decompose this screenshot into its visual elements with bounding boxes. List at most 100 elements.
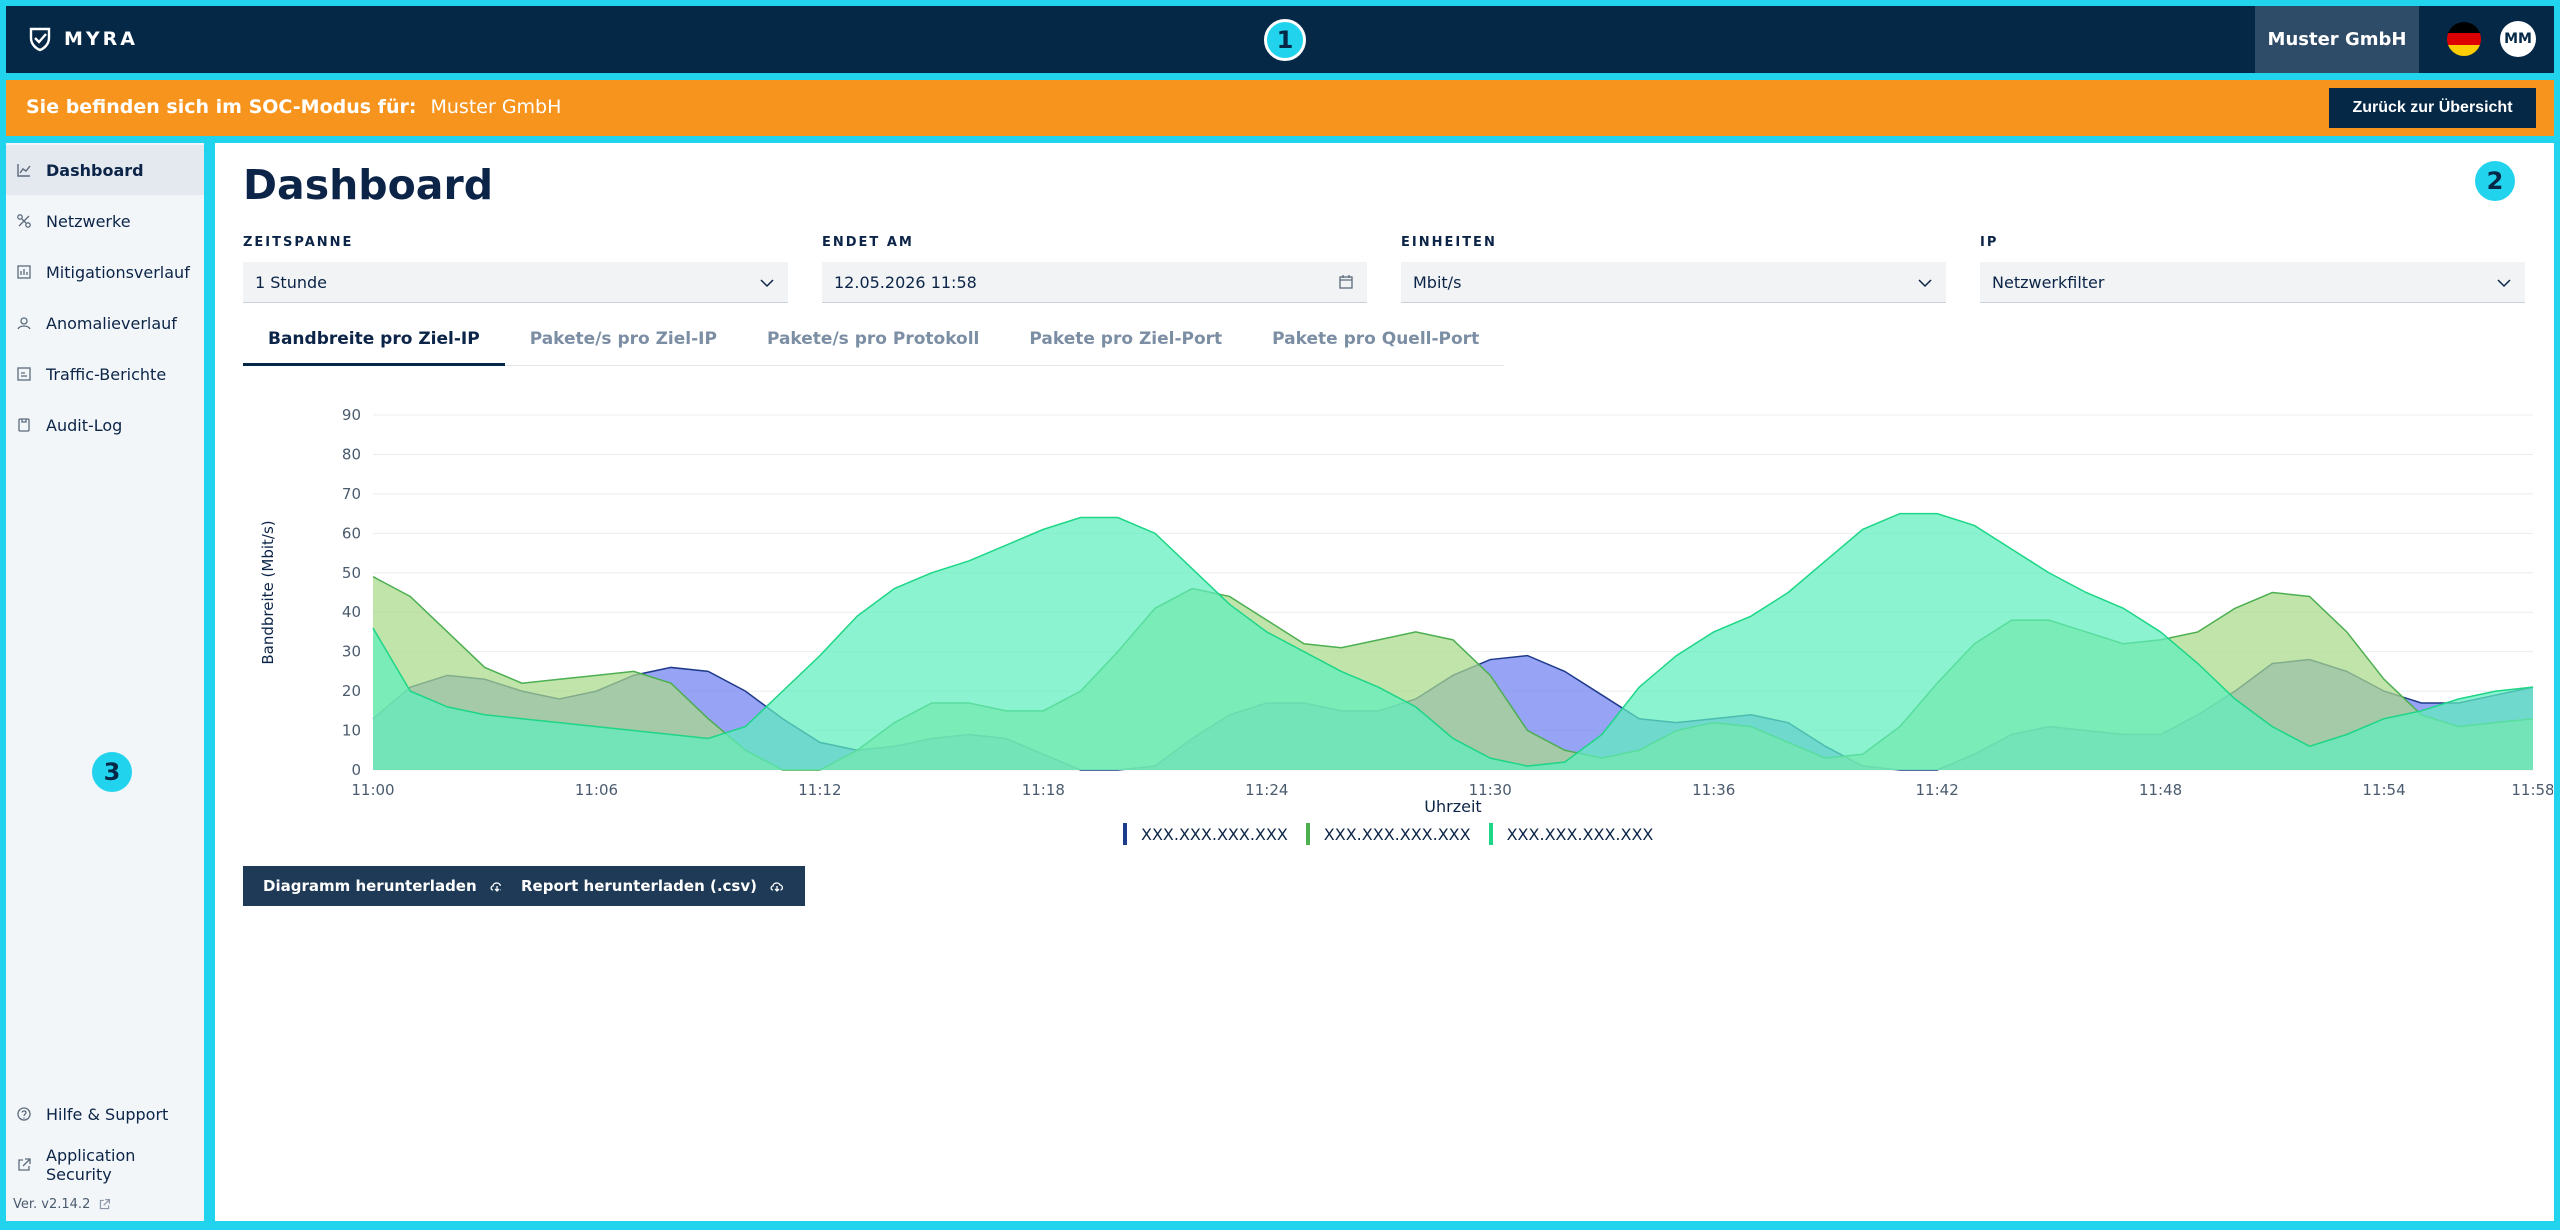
annotation-badge-1: 1: [1264, 19, 1306, 61]
x-tick-label: 11:24: [1245, 781, 1288, 799]
x-tick-label: 11:42: [1916, 781, 1959, 799]
back-to-overview-button[interactable]: Zurück zur Übersicht: [2329, 88, 2536, 128]
y-tick-label: 70: [342, 485, 361, 503]
y-tick-label: 50: [342, 564, 361, 582]
sidebar-item-label: Hilfe & Support: [46, 1104, 169, 1124]
x-tick-label: 11:06: [575, 781, 618, 799]
y-tick-label: 0: [351, 761, 361, 779]
filter-value: 1 Stunde: [255, 272, 327, 292]
soc-mode-banner: Sie befinden sich im SOC-Modus für: Must…: [6, 80, 2554, 136]
x-tick-label: 11:18: [1022, 781, 1065, 799]
legend-label: XXX.XXX.XXX.XXX: [1506, 824, 1654, 844]
y-tick-label: 20: [342, 682, 361, 700]
calendar-icon[interactable]: [1337, 273, 1355, 291]
sidebar-item-hilfe-support[interactable]: Hilfe & Support: [6, 1089, 204, 1139]
chart-line-icon: [16, 162, 32, 178]
soc-mode-prefix: Sie befinden sich im SOC-Modus für:: [26, 96, 417, 118]
filter-label: ZEITSPANNE: [243, 235, 354, 250]
german-flag-icon[interactable]: [2447, 22, 2481, 56]
tab-pakete-quell-port[interactable]: Pakete pro Quell-Port: [1247, 315, 1504, 363]
filter-endet-am: ENDET AM 12.05.2026 11:58: [822, 235, 1367, 303]
units-select[interactable]: Mbit/s: [1401, 262, 1946, 303]
sidebar-item-dashboard[interactable]: Dashboard: [6, 145, 204, 195]
sidebar-item-label: Anomalieverlauf: [46, 313, 177, 333]
x-tick-label: 11:00: [351, 781, 394, 799]
end-date-input[interactable]: 12.05.2026 11:58: [822, 262, 1367, 303]
network-filter-select[interactable]: Netzwerkfilter: [1980, 262, 2525, 303]
y-tick-label: 60: [342, 524, 361, 542]
tab-pakete-protokoll[interactable]: Pakete/s pro Protokoll: [742, 315, 1004, 363]
company-switcher[interactable]: Muster GmbH: [2255, 6, 2419, 73]
chart-legend: XXX.XXX.XXX.XXX XXX.XXX.XXX.XXX XXX.XXX.…: [1123, 823, 1653, 845]
download-chart-label: Diagramm herunterladen: [263, 877, 477, 895]
timespan-select[interactable]: 1 Stunde: [243, 262, 788, 303]
tab-pakete-ziel-port[interactable]: Pakete pro Ziel-Port: [1004, 315, 1247, 363]
mitigation-icon: [16, 264, 32, 280]
y-tick-label: 80: [342, 445, 361, 463]
download-report-label: Report herunterladen (.csv): [521, 877, 757, 895]
tab-bandbreite-ziel-ip[interactable]: Bandbreite pro Ziel-IP: [243, 315, 505, 366]
annotation-badge-2: 2: [2475, 161, 2515, 201]
chevron-down-icon: [2497, 279, 2511, 288]
y-tick-label: 30: [342, 643, 361, 661]
sidebar-item-label: Application Security: [46, 1146, 136, 1184]
chevron-down-icon: [760, 279, 774, 288]
filter-label: EINHEITEN: [1401, 235, 1497, 250]
download-report-button[interactable]: Report herunterladen (.csv): [501, 866, 805, 906]
x-tick-label: 11:36: [1692, 781, 1735, 799]
avatar[interactable]: MM: [2500, 21, 2536, 57]
soc-mode-company: Muster GmbH: [430, 96, 562, 118]
chevron-down-icon: [1918, 279, 1932, 288]
sidebar-item-netzwerke[interactable]: Netzwerke: [6, 196, 204, 246]
sidebar-item-traffic-berichte[interactable]: Traffic-Berichte: [6, 349, 204, 399]
filter-label: ENDET AM: [822, 235, 914, 250]
filter-value: Mbit/s: [1413, 272, 1462, 292]
sidebar-item-label: Traffic-Berichte: [46, 364, 167, 384]
legend-swatch: [1305, 823, 1310, 845]
version-info: Ver. v2.14.2: [13, 1197, 111, 1212]
y-tick-label: 10: [342, 722, 361, 740]
sidebar-item-label: Dashboard: [46, 160, 144, 180]
sidebar-item-audit-log[interactable]: Audit-Log: [6, 400, 204, 450]
x-tick-label: 11:48: [2139, 781, 2182, 799]
cloud-download-icon: [770, 882, 783, 892]
annotation-badge-3: 3: [92, 752, 132, 792]
filter-value: 12.05.2026 11:58: [834, 272, 977, 292]
bandwidth-chart: 0 10 20 30 40 50 60 70 80 90 11:00 11:06 11:12 11:18 1…: [243, 393, 2555, 833]
y-axis-label: Bandbreite (Mbit/s): [259, 520, 277, 664]
network-icon: [16, 213, 32, 229]
report-icon: [16, 366, 32, 382]
legend-label: XXX.XXX.XXX.XXX: [1323, 824, 1471, 844]
chart-tabs: Bandbreite pro Ziel-IP Pakete/s pro Ziel…: [243, 315, 1505, 366]
audit-log-icon: [16, 417, 32, 433]
filter-label: IP: [1980, 235, 1999, 250]
top-bar: MYRA 1 Muster GmbH MM: [6, 6, 2554, 73]
tab-pakete-ziel-ip[interactable]: Pakete/s pro Ziel-IP: [505, 315, 742, 363]
x-tick-label: 11:12: [798, 781, 841, 799]
help-icon: [16, 1106, 32, 1122]
sidebar-item-application-security[interactable]: Application Security: [6, 1140, 204, 1190]
logo-text: MYRA: [64, 28, 139, 50]
main-content: Dashboard 2 ZEITSPANNE 1 Stunde ENDET AM…: [215, 143, 2555, 1221]
x-tick-label: 11:54: [2362, 781, 2405, 799]
sidebar-item-anomalieverlauf[interactable]: Anomalieverlauf: [6, 298, 204, 348]
legend-item[interactable]: XXX.XXX.XXX.XXX: [1488, 823, 1654, 845]
download-chart-button[interactable]: Diagramm herunterladen: [243, 866, 525, 906]
legend-item[interactable]: XXX.XXX.XXX.XXX: [1123, 823, 1288, 845]
external-link-icon[interactable]: [98, 1198, 111, 1211]
sidebar-item-mitigationsverlauf[interactable]: Mitigationsverlauf: [6, 247, 204, 297]
version-text: Ver. v2.14.2: [13, 1197, 91, 1212]
legend-swatch: [1123, 823, 1127, 845]
external-link-icon: [16, 1157, 32, 1173]
y-tick-label: 90: [342, 406, 361, 424]
sidebar-item-label: Netzwerke: [46, 211, 131, 231]
logo[interactable]: MYRA: [28, 26, 138, 52]
legend-item[interactable]: XXX.XXX.XXX.XXX: [1305, 823, 1471, 845]
page-title: Dashboard: [243, 161, 494, 209]
x-tick-label: 11:58: [2511, 781, 2553, 799]
filter-value: Netzwerkfilter: [1992, 272, 2105, 292]
x-axis-label: Uhrzeit: [1424, 797, 1481, 816]
legend-label: XXX.XXX.XXX.XXX: [1141, 824, 1288, 844]
filter-ip: IP Netzwerkfilter: [1980, 235, 2525, 303]
sidebar: Dashboard Netzwerke Mitigationsverlauf A…: [6, 143, 204, 1221]
